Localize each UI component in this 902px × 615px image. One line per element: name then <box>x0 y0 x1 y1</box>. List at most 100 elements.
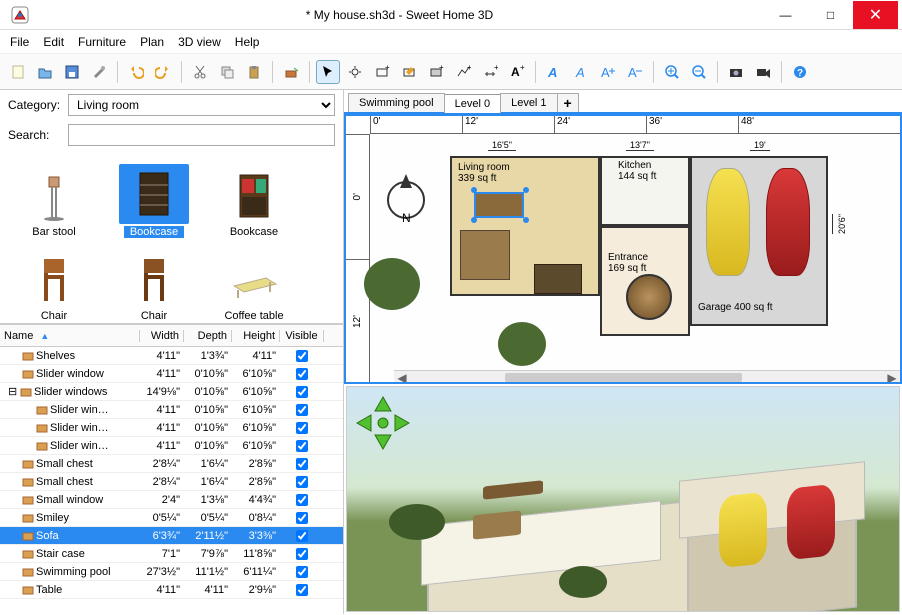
right-pane: Swimming pool Level 0 Level 1 + 0'12'24'… <box>344 90 902 614</box>
dimension-3: 19' <box>750 140 770 151</box>
title-bar: * My house.sh3d - Sweet Home 3D — □ ✕ <box>0 0 902 30</box>
furniture-table: Name ▲ Width Depth Height Visible Shelve… <box>0 324 343 614</box>
menu-file[interactable]: File <box>10 35 29 49</box>
catalog-item-chair[interactable]: Chair <box>4 238 104 322</box>
plan-scrollbar-h[interactable]: ◀ ▶ <box>394 370 900 384</box>
table-row[interactable]: Sofa6'3¾"2'11½"3'3⅜" <box>0 527 343 545</box>
app-icon <box>10 5 30 25</box>
table-row[interactable]: Small window2'4"1'3⅛"4'4¾" <box>0 491 343 509</box>
help-icon[interactable]: ? <box>788 60 812 84</box>
cut-icon[interactable] <box>188 60 212 84</box>
tab-level-0[interactable]: Level 0 <box>444 94 501 113</box>
new-file-icon[interactable] <box>6 60 30 84</box>
undo-icon[interactable] <box>124 60 148 84</box>
table-row[interactable]: Swimming pool27'3½"11'1½"6'11¼" <box>0 563 343 581</box>
scroll-left-icon[interactable]: ◀ <box>394 371 410 384</box>
col-height[interactable]: Height <box>232 330 280 342</box>
decrease-text-icon[interactable]: A <box>623 60 647 84</box>
menu-edit[interactable]: Edit <box>43 35 64 49</box>
close-button[interactable]: ✕ <box>853 1 898 29</box>
compass-icon: N <box>376 164 436 224</box>
col-name[interactable]: Name ▲ <box>0 330 140 342</box>
category-label: Category: <box>8 98 64 112</box>
col-visible[interactable]: Visible <box>280 330 324 342</box>
catalog-item-chair[interactable]: Chair <box>104 238 204 322</box>
room-garage: Garage 400 sq ft <box>698 302 773 313</box>
save-icon[interactable] <box>60 60 84 84</box>
room-kitchen: Kitchen144 sq ft <box>618 160 656 182</box>
open-file-icon[interactable] <box>33 60 57 84</box>
table-row[interactable]: Small chest2'8¼"1'6¼"2'8⅝" <box>0 455 343 473</box>
preferences-icon[interactable] <box>87 60 111 84</box>
copy-icon[interactable] <box>215 60 239 84</box>
pan-tool-icon[interactable] <box>343 60 367 84</box>
car-yellow <box>706 168 750 276</box>
redo-icon[interactable] <box>151 60 175 84</box>
add-furniture-icon[interactable] <box>279 60 303 84</box>
tab-level-1[interactable]: Level 1 <box>500 93 557 112</box>
svg-text:A: A <box>575 65 585 80</box>
create-dimensions-icon[interactable]: + <box>478 60 502 84</box>
catalog-item-coffee-table[interactable]: Coffee table <box>204 238 304 322</box>
table-row[interactable]: Slider win…4'11"0'10⅝"6'10⅝" <box>0 437 343 455</box>
table-row[interactable]: Smiley0'5¼"0'5¼"0'8¼" <box>0 509 343 527</box>
table-row[interactable]: Small chest2'8¼"1'6¼"2'8⅝" <box>0 473 343 491</box>
3d-nav-arrows-icon[interactable] <box>353 393 413 453</box>
table-row[interactable]: Slider win…4'11"0'10⅝"6'10⅝" <box>0 419 343 437</box>
search-input[interactable] <box>68 124 335 146</box>
col-width[interactable]: Width <box>140 330 184 342</box>
tab-swimming-pool[interactable]: Swimming pool <box>348 93 445 112</box>
paste-icon[interactable] <box>242 60 266 84</box>
text-bold-icon[interactable]: A <box>542 60 566 84</box>
svg-text:A: A <box>511 65 520 79</box>
maximize-button[interactable]: □ <box>808 1 853 29</box>
create-room-icon[interactable]: + <box>424 60 448 84</box>
plan-canvas[interactable]: N 16'5" 13'7" 19' 20'6" Living room339 s… <box>370 134 900 384</box>
col-depth[interactable]: Depth <box>184 330 232 342</box>
toolbar: + + + + A+ A A A A ? <box>0 54 902 90</box>
3d-view[interactable] <box>346 386 900 612</box>
create-polyline-icon[interactable]: + <box>451 60 475 84</box>
zoom-in-icon[interactable] <box>660 60 684 84</box>
table-row[interactable]: Shelves4'11"1'3¾"4'11" <box>0 347 343 365</box>
catalog-item-bookcase[interactable]: Bookcase <box>204 154 304 238</box>
edit-walls-icon[interactable] <box>397 60 421 84</box>
svg-text:N: N <box>402 211 411 224</box>
svg-text:+: + <box>439 64 444 72</box>
create-text-icon[interactable]: A+ <box>505 60 529 84</box>
svg-text:A: A <box>628 65 637 80</box>
svg-text:A: A <box>601 65 610 80</box>
table-row[interactable]: Slider win…4'11"0'10⅝"6'10⅝" <box>0 401 343 419</box>
zoom-out-icon[interactable] <box>687 60 711 84</box>
svg-text:+: + <box>494 64 498 72</box>
menu-help[interactable]: Help <box>235 35 260 49</box>
dimension-1: 16'5" <box>488 140 516 151</box>
text-italic-icon[interactable]: A <box>569 60 593 84</box>
ruler-top: 0'12'24'36'48' <box>370 116 900 134</box>
room-living: Living room339 sq ft <box>458 162 510 184</box>
scroll-right-icon[interactable]: ▶ <box>884 371 900 384</box>
category-select[interactable]: Living room <box>68 94 335 116</box>
plan-view[interactable]: 0'12'24'36'48' 0'12' N 16'5" 13'7" 19' 2… <box>344 114 902 384</box>
catalog-item-bookcase[interactable]: Bookcase <box>104 154 204 238</box>
select-tool-icon[interactable] <box>316 60 340 84</box>
window-title: * My house.sh3d - Sweet Home 3D <box>36 8 763 22</box>
svg-text:+: + <box>520 64 525 72</box>
create-video-icon[interactable] <box>751 60 775 84</box>
menu-plan[interactable]: Plan <box>140 35 164 49</box>
furniture-catalog: Bar stoolBookcaseBookcaseChairChairCoffe… <box>0 150 343 324</box>
create-walls-icon[interactable]: + <box>370 60 394 84</box>
create-photo-icon[interactable] <box>724 60 748 84</box>
menu-furniture[interactable]: Furniture <box>78 35 126 49</box>
tab-add-button[interactable]: + <box>557 93 579 112</box>
table-row[interactable]: ⊟Slider windows14'9⅛"0'10⅝"6'10⅝" <box>0 383 343 401</box>
table-row[interactable]: Slider window4'11"0'10⅝"6'10⅝" <box>0 365 343 383</box>
table-row[interactable]: Stair case7'1"7'9⅞"11'8⅝" <box>0 545 343 563</box>
table-row[interactable]: Table4'11"4'11"2'9⅛" <box>0 581 343 599</box>
menu-3dview[interactable]: 3D view <box>178 35 221 49</box>
dimension-2: 13'7" <box>626 140 654 151</box>
minimize-button[interactable]: — <box>763 1 808 29</box>
plan-tabs: Swimming pool Level 0 Level 1 + <box>344 90 902 114</box>
catalog-item-bar-stool[interactable]: Bar stool <box>4 154 104 238</box>
increase-text-icon[interactable]: A <box>596 60 620 84</box>
